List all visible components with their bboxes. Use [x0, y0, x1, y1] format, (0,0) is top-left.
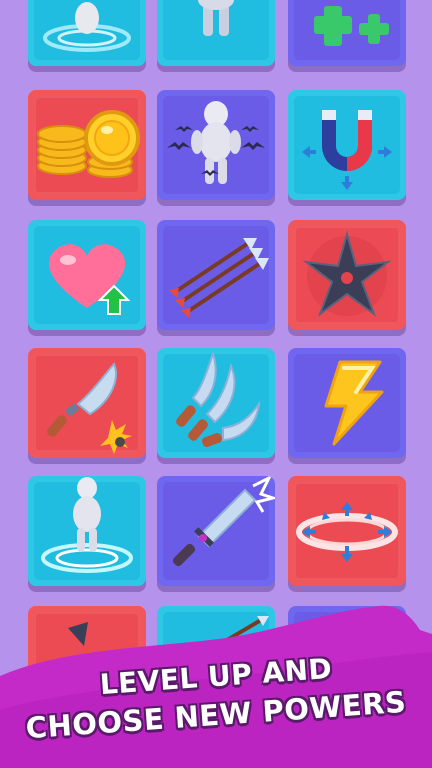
power-card-triple-blades[interactable] [157, 348, 275, 458]
power-card-hero-portal-top[interactable] [28, 0, 146, 66]
bat-swarm-hero-icon [167, 101, 265, 184]
power-card-shockwave[interactable] [288, 476, 406, 586]
power-card-magnet[interactable] [288, 90, 406, 200]
shockwave-ring-icon [296, 502, 398, 562]
power-card-ice-sword[interactable] [157, 476, 275, 586]
triple-arrows-icon [169, 238, 269, 318]
gold-coins-icon [37, 110, 140, 178]
power-card-heart-up[interactable] [28, 220, 146, 330]
power-card-lightning[interactable] [288, 348, 406, 458]
hero-portal-icon [43, 2, 131, 52]
magnet-icon [302, 110, 392, 190]
power-card-hero-portal[interactable] [28, 476, 146, 586]
hero-portal-icon [41, 477, 133, 573]
cleaver-crit-icon [47, 362, 132, 454]
power-card-hero-top[interactable] [157, 0, 275, 66]
hero-icon [198, 0, 234, 36]
power-card-gold-coins[interactable] [28, 90, 146, 200]
power-card-triple-arrows[interactable] [157, 220, 275, 330]
lightning-icon [324, 360, 384, 446]
heart-up-icon [48, 244, 131, 315]
heal-cross-icon [314, 6, 389, 46]
power-card-shuriken[interactable] [288, 220, 406, 330]
ice-sword-icon [172, 476, 275, 567]
power-card-cleaver-crit[interactable] [28, 348, 146, 458]
shuriken-icon [302, 230, 392, 317]
power-card-bat-swarm[interactable] [157, 90, 275, 200]
power-card-heal-top[interactable] [288, 0, 406, 66]
triple-blades-icon [176, 351, 261, 447]
